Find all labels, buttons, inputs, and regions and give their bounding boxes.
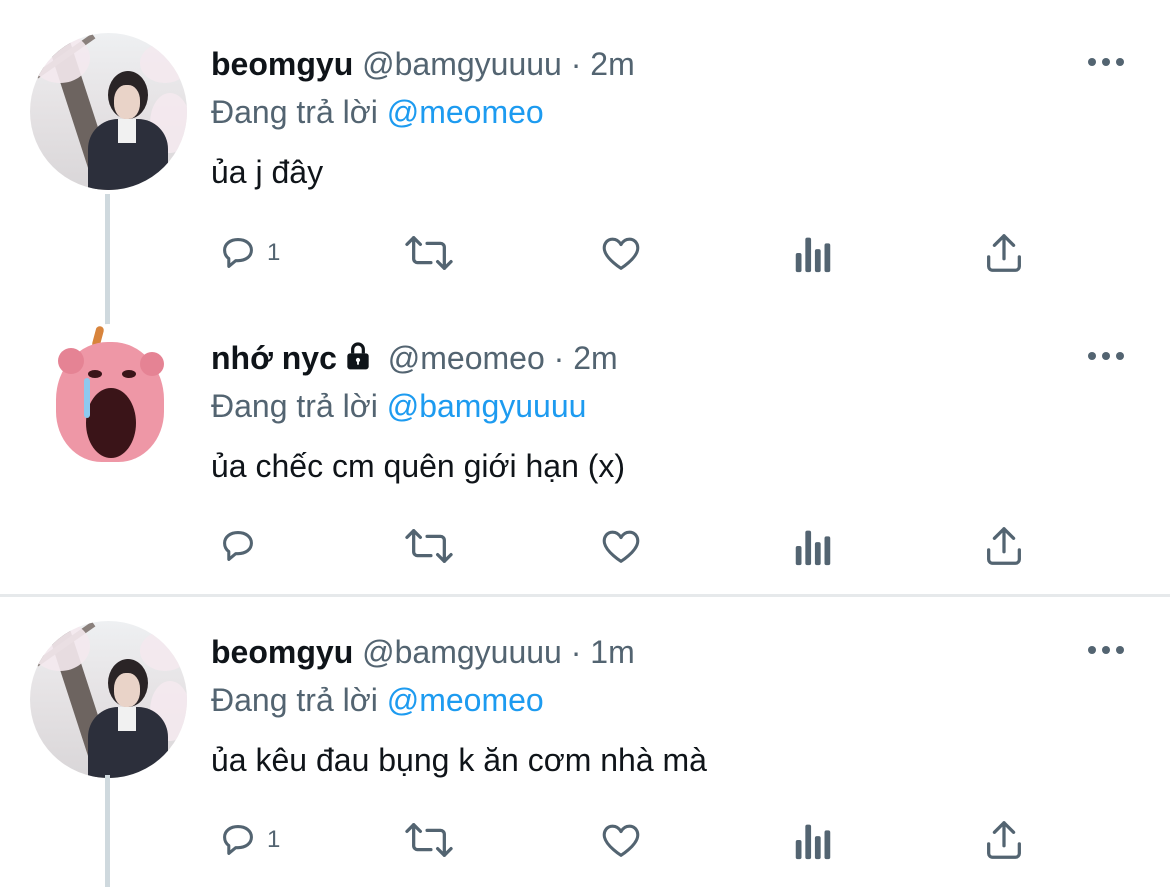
heart-icon [602, 237, 640, 270]
analytics-icon [795, 237, 831, 273]
timestamp[interactable]: 2m [573, 340, 617, 376]
reply-count: 1 [267, 239, 281, 266]
reply-prefix: Đang trả lời [211, 388, 378, 424]
thread-line [105, 775, 110, 887]
like-button[interactable] [597, 228, 645, 278]
retweet-icon [405, 823, 453, 857]
mention-link[interactable]: @meomeo [387, 94, 544, 130]
retweet-button[interactable] [401, 228, 457, 278]
analytics-icon [795, 824, 831, 860]
user-handle[interactable]: @meomeo [388, 340, 545, 376]
timestamp[interactable]: 1m [590, 634, 634, 670]
replying-to: Đang trả lời @bamgyuuuu [211, 386, 586, 426]
replying-to: Đang trả lời @meomeo [211, 92, 544, 132]
like-button[interactable] [597, 521, 645, 571]
avatar[interactable] [30, 324, 187, 481]
tweet-actions [211, 521, 1041, 571]
tweet-header: beomgyu @bamgyuuuu · 2m [211, 44, 635, 84]
tweet-header: nhớ nyc @meomeo · 2m [211, 338, 618, 378]
analytics-button[interactable] [791, 228, 835, 278]
retweet-button[interactable] [401, 815, 457, 865]
tweet-text: ủa chếc cm quên giới hạn (x) [211, 448, 626, 484]
heart-icon [602, 530, 640, 563]
more-icon[interactable] [1088, 346, 1128, 366]
share-button[interactable] [981, 228, 1027, 278]
share-button[interactable] [981, 815, 1027, 865]
mention-link[interactable]: @bamgyuuuu [387, 388, 587, 424]
share-icon [987, 234, 1021, 272]
lock-icon [347, 342, 369, 370]
share-icon [987, 527, 1021, 565]
retweet-icon [405, 529, 453, 563]
reply-icon [223, 531, 253, 561]
avatar[interactable] [30, 33, 187, 190]
retweet-button[interactable] [401, 521, 457, 571]
separator: · [570, 634, 582, 670]
tweet-text: ủa kêu đau bụng k ăn cơm nhà mà [211, 742, 707, 778]
reply-button[interactable]: 1 [215, 815, 280, 865]
more-icon[interactable] [1088, 640, 1128, 660]
replying-to: Đang trả lời @meomeo [211, 680, 544, 720]
reply-button[interactable]: 1 [215, 228, 280, 278]
heart-icon [602, 824, 640, 857]
avatar[interactable] [30, 621, 187, 778]
reply-icon [223, 238, 253, 268]
analytics-button[interactable] [791, 521, 835, 571]
tweet-header: beomgyu @bamgyuuuu · 1m [211, 632, 635, 672]
display-name[interactable]: nhớ nyc [211, 340, 337, 376]
separator: · [553, 340, 565, 376]
analytics-button[interactable] [791, 815, 835, 865]
tweet-text: ủa j đây [211, 154, 324, 190]
reply-prefix: Đang trả lời [211, 94, 378, 130]
tweet[interactable]: nhớ nyc @meomeo · 2m Đang trả lời @bamgy… [0, 324, 1170, 594]
tweet-actions: 1 [211, 228, 1041, 278]
display-name[interactable]: beomgyu [211, 46, 353, 82]
reply-button[interactable] [215, 521, 267, 571]
separator: · [570, 46, 582, 82]
user-handle[interactable]: @bamgyuuuu [362, 634, 562, 670]
reply-icon [223, 825, 253, 855]
tweet-actions: 1 [211, 815, 1041, 865]
share-button[interactable] [981, 521, 1027, 571]
user-handle[interactable]: @bamgyuuuu [362, 46, 562, 82]
tweet[interactable]: beomgyu @bamgyuuuu · 2m Đang trả lời @me… [0, 0, 1170, 326]
mention-link[interactable]: @meomeo [387, 682, 544, 718]
more-icon[interactable] [1088, 52, 1128, 72]
thread-line [105, 194, 110, 326]
tweet[interactable]: beomgyu @bamgyuuuu · 1m Đang trả lời @me… [0, 597, 1170, 887]
reply-prefix: Đang trả lời [211, 682, 378, 718]
like-button[interactable] [597, 815, 645, 865]
retweet-icon [405, 236, 453, 270]
timestamp[interactable]: 2m [590, 46, 634, 82]
reply-count: 1 [267, 826, 281, 853]
analytics-icon [795, 530, 831, 566]
share-icon [987, 821, 1021, 859]
display-name[interactable]: beomgyu [211, 634, 353, 670]
